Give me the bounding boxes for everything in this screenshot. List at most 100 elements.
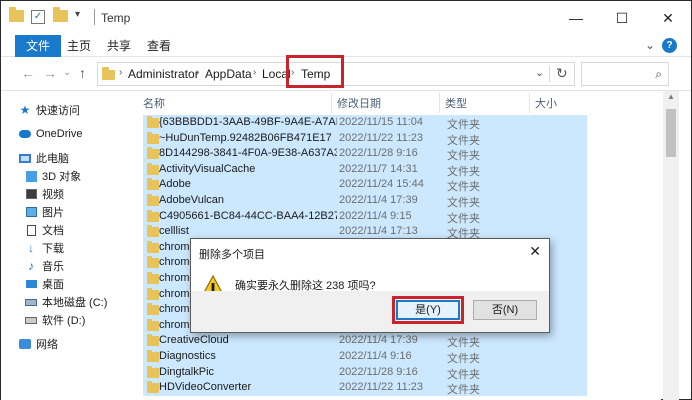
- star-icon: ★: [19, 103, 31, 117]
- sidebar-item-local-disk-c[interactable]: 本地磁盘 (C:): [25, 293, 107, 311]
- address-separator: [549, 66, 550, 82]
- breadcrumb-separator[interactable]: ›: [119, 67, 122, 78]
- file-type: 文件夹: [447, 181, 480, 194]
- tab-home[interactable]: 主页: [57, 35, 101, 57]
- folder-icon: [147, 147, 159, 160]
- video-icon: [25, 188, 37, 200]
- column-header-modified[interactable]: 修改日期: [337, 95, 381, 111]
- sidebar-item-pictures[interactable]: 图片: [25, 203, 64, 221]
- column-header-size[interactable]: 大小: [535, 95, 557, 111]
- table-row[interactable]: 8D144298-3841-4F0A-9E38-A637A30... 2022/1…: [143, 146, 587, 163]
- table-row[interactable]: {63BBBDD1-3AAB-49BF-9A4E-A7AE7...2022/11…: [143, 115, 587, 131]
- tab-share[interactable]: 共享: [97, 35, 141, 57]
- column-divider[interactable]: [439, 93, 440, 113]
- file-name: 8D144298-3841-4F0A-9E38-A637A30...: [159, 147, 337, 160]
- up-button[interactable]: ↑: [79, 65, 86, 81]
- drive-icon: [25, 296, 37, 308]
- table-row[interactable]: Diagnostics 2022/11/4 9:16 文件夹: [143, 349, 587, 365]
- file-type: 文件夹: [447, 165, 480, 178]
- file-name: ~HuDunTemp.92482B06FB471E17: [159, 131, 332, 144]
- sidebar-item-label: 桌面: [42, 279, 64, 291]
- picture-icon: [25, 206, 37, 218]
- table-row[interactable]: ~HuDunTemp.92482B06FB471E17 2022/11/22 11…: [143, 130, 587, 147]
- breadcrumb-administrator[interactable]: Administrator: [128, 67, 199, 81]
- sidebar-item-label: 图片: [42, 207, 64, 219]
- address-history-dropdown-icon[interactable]: ⌄: [535, 66, 544, 79]
- help-icon[interactable]: ?: [662, 38, 677, 53]
- sidebar-item-onedrive[interactable]: OneDrive: [19, 125, 82, 143]
- file-date: 2022/11/15 11:04: [339, 116, 424, 128]
- table-row[interactable]: AdobeVulcan 2022/11/4 17:39 文件夹: [143, 193, 587, 209]
- scroll-thumb[interactable]: [666, 109, 676, 157]
- file-type: 文件夹: [447, 150, 480, 163]
- search-box[interactable]: ⌕: [581, 62, 669, 86]
- vertical-scrollbar[interactable]: ▲: [663, 91, 679, 400]
- sidebar-item-network[interactable]: 网络: [19, 335, 58, 353]
- sidebar-item-downloads[interactable]: ↓ 下载: [25, 239, 64, 257]
- close-button[interactable]: ✕: [645, 1, 691, 35]
- file-date: 2022/11/4 17:39: [339, 334, 418, 347]
- scroll-up-icon[interactable]: ▲: [667, 92, 675, 101]
- sidebar-item-3d-objects[interactable]: 3D 对象: [25, 167, 81, 185]
- sidebar-item-this-pc[interactable]: 此电脑: [19, 149, 69, 167]
- column-divider[interactable]: [529, 93, 530, 113]
- cloud-icon: [19, 128, 31, 140]
- dialog-close-button[interactable]: ✕: [529, 243, 541, 260]
- table-row[interactable]: Adobe 2022/11/24 15:44 文件夹: [143, 177, 587, 194]
- tab-file[interactable]: 文件: [15, 35, 61, 57]
- download-icon: ↓: [28, 241, 34, 255]
- quick-access-dropdown-icon[interactable]: ▾: [75, 9, 80, 20]
- file-date: 2022/11/4 17:39: [339, 194, 418, 206]
- sidebar-item-label: 下载: [42, 243, 64, 255]
- tab-view[interactable]: 查看: [137, 35, 181, 57]
- minimize-button[interactable]: —: [553, 1, 599, 35]
- table-row[interactable]: ActivityVisualCache 2022/11/7 14:31 文件夹: [143, 161, 587, 178]
- file-explorer-window: ✓ ▾ Temp — ☐ ✕ 文件 主页 共享 查看 ⌄ ? ← → ⌄ ↑ ›…: [0, 0, 692, 400]
- sidebar-item-documents[interactable]: 文档: [25, 221, 64, 239]
- sidebar-item-desktop[interactable]: 桌面: [25, 275, 64, 293]
- ribbon-expand-icon[interactable]: ⌄: [645, 38, 655, 52]
- folder-icon: [147, 209, 159, 222]
- breadcrumb-appdata[interactable]: AppData: [205, 67, 252, 81]
- breadcrumb-separator[interactable]: ›: [253, 67, 256, 78]
- search-icon[interactable]: ⌕: [655, 67, 662, 82]
- column-header-name[interactable]: 名称: [143, 95, 165, 111]
- sidebar-item-label: 网络: [36, 339, 58, 351]
- folder-icon: [147, 178, 159, 191]
- table-row[interactable]: DingtalkPic 2022/11/28 9:16 文件夹: [143, 364, 587, 381]
- forward-button[interactable]: →: [43, 65, 57, 81]
- refresh-icon[interactable]: ↻: [556, 65, 568, 82]
- sidebar-item-software-d[interactable]: 软件 (D:): [25, 311, 85, 329]
- file-date: 2022/11/22 11:23: [339, 381, 424, 394]
- music-icon: ♪: [28, 259, 34, 273]
- table-row[interactable]: C4905661-BC84-44CC-BAA4-12B276F...2022/1…: [143, 208, 587, 225]
- temp-highlight-annotation: [286, 55, 344, 88]
- sidebar-item-quick-access[interactable]: ★ 快速访问: [19, 101, 80, 119]
- sidebar-item-label: OneDrive: [36, 128, 83, 140]
- yes-button[interactable]: 是(Y): [396, 300, 460, 320]
- breadcrumb-separator[interactable]: ›: [196, 67, 199, 78]
- file-name: ActivityVisualCache: [159, 162, 256, 175]
- file-name: Diagnostics: [159, 350, 216, 362]
- file-type: 文件夹: [447, 353, 480, 365]
- folder-icon: [147, 318, 159, 331]
- dialog-title-bar: 删除多个项目 ✕: [191, 239, 549, 267]
- sidebar-item-label: 视频: [42, 189, 64, 201]
- recent-locations-dropdown[interactable]: ⌄: [63, 67, 71, 78]
- table-row[interactable]: CreativeCloud 2022/11/4 17:39 文件夹: [143, 333, 587, 350]
- sidebar-item-music[interactable]: ♪ 音乐: [25, 257, 64, 275]
- properties-check-icon[interactable]: ✓: [31, 10, 45, 24]
- back-button[interactable]: ←: [21, 65, 35, 81]
- title-separator: [94, 9, 95, 25]
- table-row[interactable]: HDVideoConverter 2022/11/22 11:23 文件夹: [143, 380, 587, 397]
- no-button[interactable]: 否(N): [473, 300, 537, 320]
- sidebar-item-videos[interactable]: 视频: [25, 185, 64, 203]
- folder-icon: [147, 350, 159, 362]
- column-divider[interactable]: [331, 93, 332, 113]
- new-folder-icon[interactable]: [53, 7, 68, 22]
- column-header-type[interactable]: 类型: [445, 95, 467, 111]
- maximize-button[interactable]: ☐: [599, 1, 645, 35]
- folder-icon: [147, 381, 159, 394]
- file-type: 文件夹: [447, 212, 480, 225]
- file-date: 2022/11/4 17:13: [339, 225, 418, 238]
